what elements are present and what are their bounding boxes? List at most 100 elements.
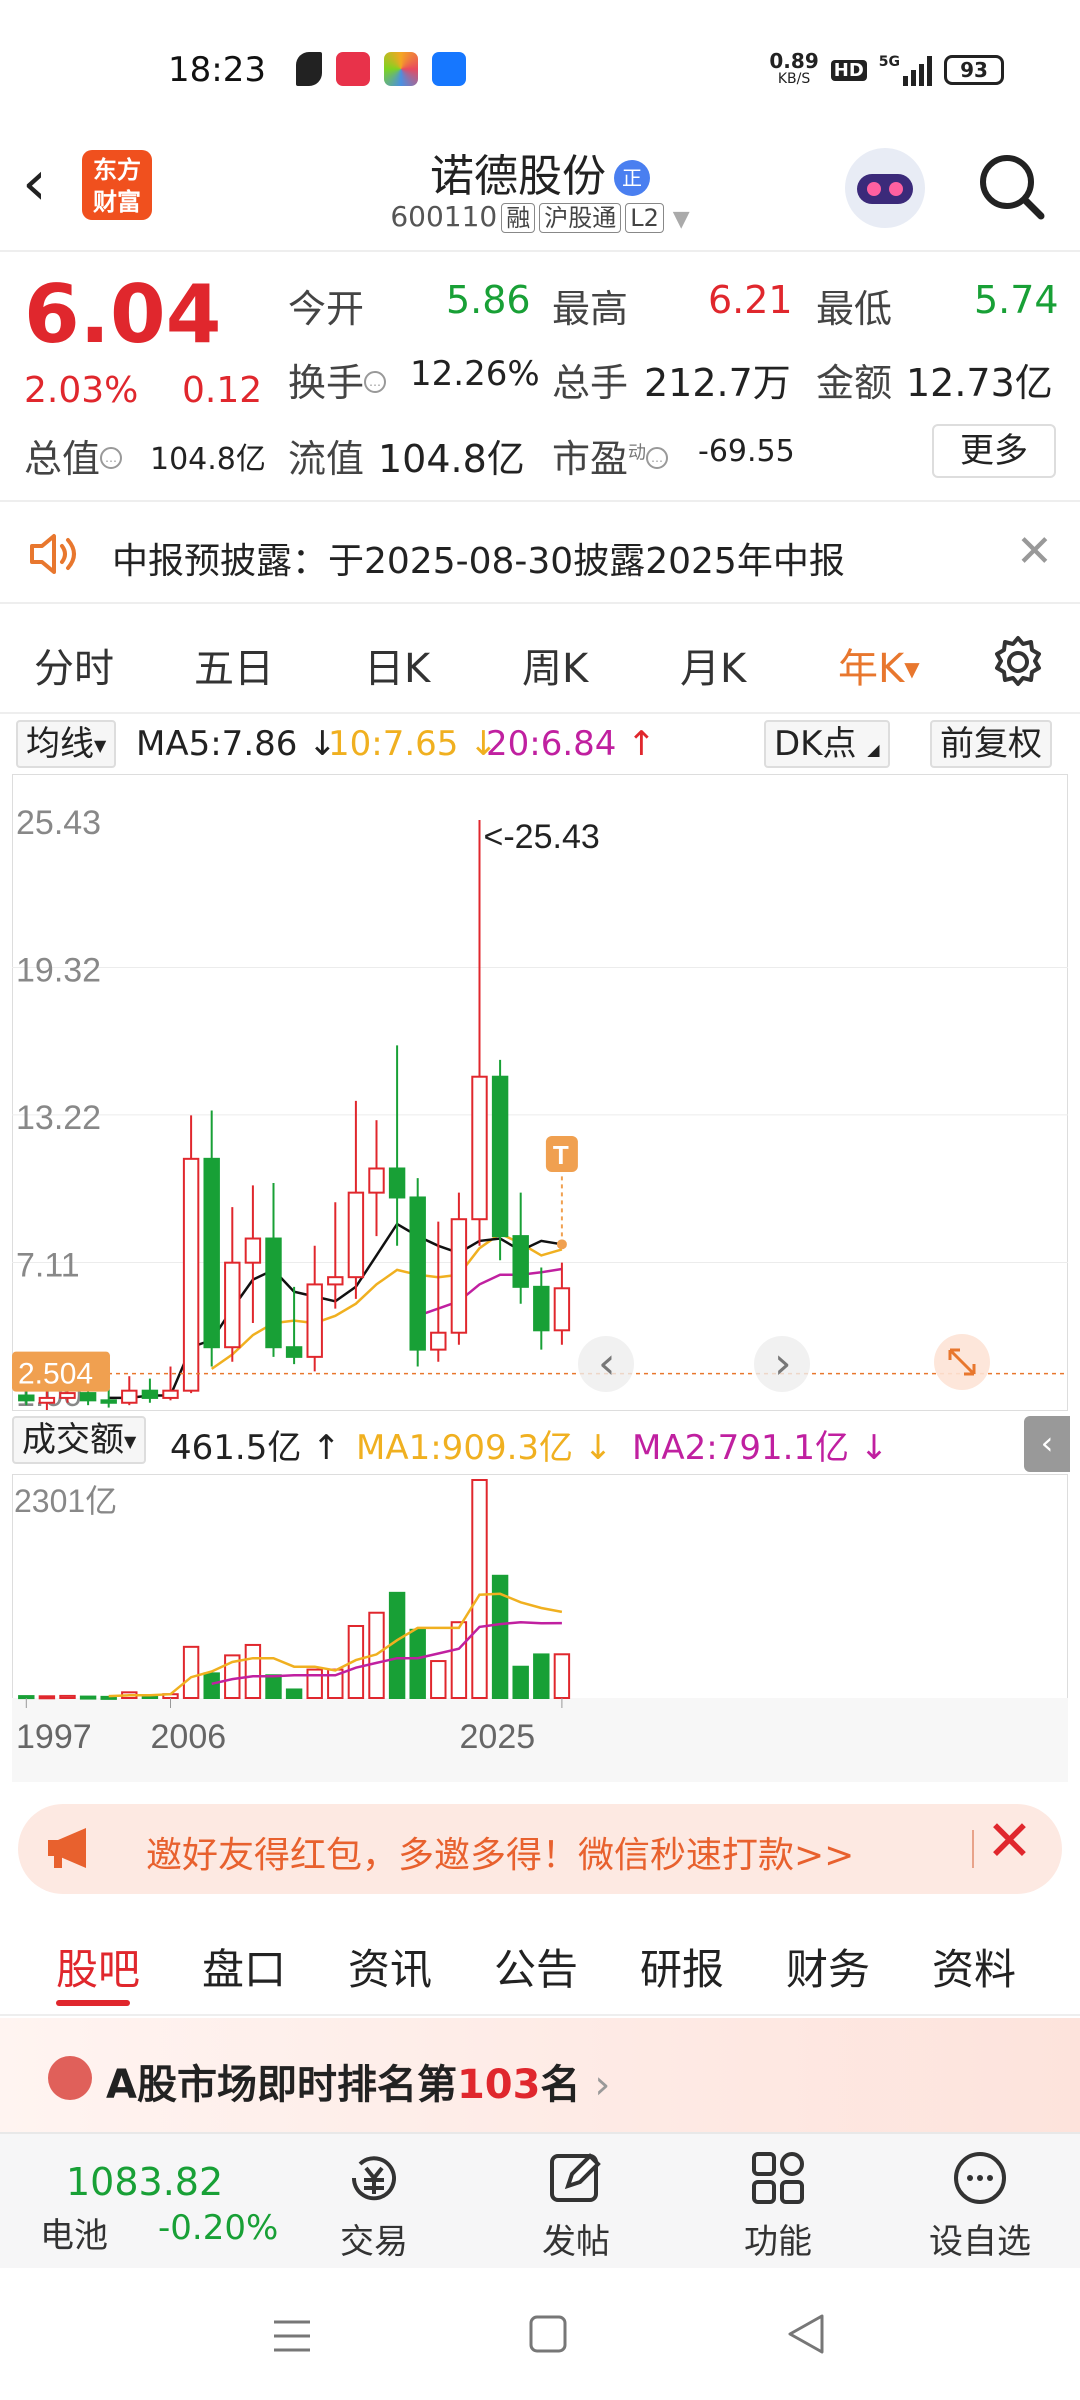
volume-bar	[203, 1672, 220, 1700]
ma5-text: MA5:7.86	[136, 724, 298, 764]
change-amount: 0.12	[182, 370, 263, 411]
invite-banner[interactable]: 邀好友得红包，多邀多得！微信秒速打款>> ✕	[18, 1804, 1062, 1894]
arrow-down-icon: ↓	[583, 1428, 613, 1468]
more-button[interactable]: 更多	[932, 424, 1056, 478]
nav-functions-label: 功能	[744, 2222, 812, 2262]
ma10-line	[210, 1232, 563, 1370]
tab-announcements[interactable]: 公告	[494, 1936, 578, 1997]
pe-label-text: 市盈	[552, 437, 629, 481]
candle-body	[203, 1157, 220, 1349]
volume-bar	[388, 1591, 406, 1700]
price-tick-label: 7.11	[16, 1246, 80, 1284]
quote-panel: 6.04 2.03% 0.12 今开 5.86 最高 6.21 最低 5.74 …	[0, 254, 1080, 502]
volume-bar	[182, 1645, 200, 1700]
volume-bar	[471, 1479, 488, 1699]
info-icon[interactable]: …	[100, 447, 123, 469]
video-app-icon	[336, 52, 370, 86]
close-icon[interactable]: ✕	[1016, 526, 1053, 577]
candle-body	[471, 1075, 488, 1221]
volume-bar	[265, 1674, 282, 1700]
tab-guba[interactable]: 股吧	[56, 1936, 140, 1997]
turnover-value: 12.26%	[410, 354, 540, 394]
tab-intraday[interactable]: 分时	[34, 636, 114, 694]
tab-profile[interactable]: 资料	[932, 1936, 1016, 1997]
candle-body	[162, 1389, 179, 1399]
bottom-nav: 1083.82 电池 -0.20% 交易 发帖 功能 设自选	[0, 2132, 1080, 2268]
dk-point-select[interactable]: DK点 ◢	[764, 720, 890, 768]
tab-daily-k[interactable]: 日K	[364, 636, 430, 694]
nav-functions[interactable]: 功能	[718, 2148, 838, 2263]
close-icon[interactable]: ✕	[986, 1814, 1033, 1870]
market-rank-bar[interactable]: A股市场即时排名第103名 ›	[0, 2018, 1080, 2132]
candle-body	[121, 1389, 138, 1404]
candle-body	[100, 1399, 117, 1404]
rank-number: 103	[456, 2062, 541, 2108]
home-icon[interactable]	[528, 2314, 568, 2354]
candle-body	[368, 1167, 385, 1194]
volume-bar	[100, 1695, 117, 1700]
nav-trade[interactable]: 交易	[314, 2148, 434, 2263]
notice-text: 中报预披露：于2025-08-30披露2025年中报	[112, 541, 845, 582]
ma20-value: 20:6.84 ↑	[486, 724, 656, 764]
notice-bar[interactable]: 中报预披露：于2025-08-30披露2025年中报 ✕	[0, 504, 1080, 604]
edit-icon	[550, 2153, 601, 2202]
ai-assistant-icon[interactable]	[845, 148, 925, 228]
search-icon[interactable]	[975, 150, 1047, 222]
tab-weekly-k[interactable]: 周K	[522, 636, 588, 694]
active-tab-underline	[56, 2000, 130, 2006]
candle-body	[450, 1218, 468, 1334]
info-icon[interactable]: …	[646, 447, 669, 469]
gear-icon[interactable]	[990, 634, 1046, 690]
volume-bar	[244, 1643, 262, 1700]
margin-badge: 融	[501, 203, 536, 233]
sector-index-change: -0.20%	[158, 2208, 279, 2248]
tab-research[interactable]: 研报	[640, 1936, 724, 1997]
adjust-select[interactable]: 前复权	[930, 720, 1052, 768]
chevron-right-icon: ›	[774, 1338, 792, 1389]
x-axis-label: 2006	[151, 1718, 227, 1756]
volume-bar	[18, 1695, 35, 1700]
collapse-panel-button[interactable]: ‹	[1024, 1416, 1070, 1472]
caret-down-icon: ▼	[124, 1432, 137, 1451]
amount-label: 金额	[816, 361, 893, 405]
tab-news[interactable]: 资讯	[348, 1936, 432, 1997]
back-nav-icon[interactable]	[786, 2312, 826, 2356]
ma10-text: 10:7.65	[328, 724, 459, 764]
arrow-up-icon: ↑	[312, 1428, 341, 1468]
volume-bar	[306, 1668, 323, 1699]
vol-ma2: MA2:791.1亿 ↓	[632, 1420, 888, 1469]
tab-monthly-k[interactable]: 月K	[680, 636, 746, 694]
ma-select[interactable]: 均线▼	[16, 720, 117, 768]
candle-body	[409, 1196, 426, 1351]
low-label: 最低	[816, 287, 893, 331]
candle-body	[224, 1261, 241, 1349]
volume-value-text: 461.5亿	[170, 1428, 302, 1468]
tab-yearly-k-label: 年K	[838, 646, 905, 692]
info-icon[interactable]: …	[364, 371, 387, 393]
vol-ma2-line	[211, 1620, 562, 1686]
ranking-chart-icon	[48, 2056, 92, 2100]
tab-pankou[interactable]: 盘口	[202, 1936, 286, 1997]
volume-select[interactable]: 成交额▼	[12, 1416, 147, 1464]
mktcap-label-text: 总值	[24, 437, 101, 481]
candle-body	[141, 1389, 159, 1399]
apps-icon	[752, 2152, 804, 2204]
chevron-down-icon: ▼	[672, 207, 690, 232]
nav-add-watchlist[interactable]: 设自选	[920, 2148, 1040, 2263]
battery-icon: 93	[944, 55, 1004, 85]
nav-post[interactable]: 发帖	[516, 2148, 636, 2263]
tab-finance[interactable]: 财务	[786, 1936, 870, 1997]
system-nav-bar	[0, 2270, 1080, 2400]
vol-ma1: MA1:909.3亿 ↓	[356, 1420, 612, 1469]
tab-five-day[interactable]: 五日	[194, 636, 274, 694]
candle-body	[533, 1285, 550, 1332]
alipay-icon	[432, 52, 466, 86]
candle-body	[285, 1346, 303, 1358]
menu-icon[interactable]	[270, 2316, 314, 2356]
kline-chart[interactable]: 25.4319.3213.227.111.00 <-25.432.504T‹ › …	[12, 774, 1068, 1784]
stock-name: 诺德股份	[430, 151, 606, 202]
chevron-right-icon: ›	[594, 2062, 611, 2108]
kline-indicator-bar: 均线▼ MA5:7.86 ↓ 10:7.65 ↓ 20:6.84 ↑ DK点 ◢…	[0, 716, 1080, 772]
volume-tick-label: 2301亿	[14, 1483, 117, 1519]
tab-yearly-k[interactable]: 年K▼	[838, 636, 920, 694]
